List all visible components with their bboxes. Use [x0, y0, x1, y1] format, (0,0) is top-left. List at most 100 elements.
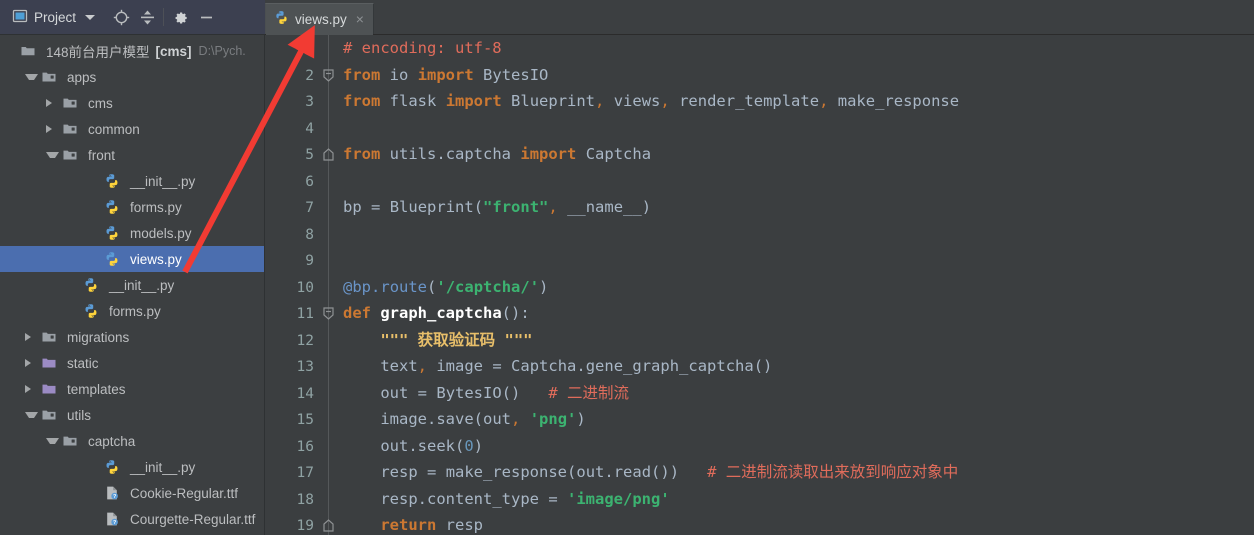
line-number: 6 [305, 173, 314, 190]
python-file-icon [104, 251, 125, 267]
chevron-right-icon[interactable] [25, 385, 38, 393]
chevron-right-icon[interactable] [46, 99, 59, 107]
tree-item-static[interactable]: static [0, 350, 264, 376]
project-window-icon [12, 8, 28, 27]
code-line: text, image = Captcha.gene_graph_captcha… [380, 357, 773, 375]
no-arrow-spacer [4, 45, 17, 58]
line-number: 13 [296, 359, 314, 375]
tree-item-label: views.py [130, 251, 182, 267]
fold-end-icon[interactable] [322, 519, 335, 532]
chevron-right-icon[interactable] [25, 359, 38, 367]
tree-item-views-py[interactable]: views.py [0, 246, 264, 272]
tree-item-forms-py[interactable]: forms.py [0, 194, 264, 220]
no-arrow-spacer [67, 305, 80, 318]
code-line: resp = make_response(out.read()) # 二进制流读… [380, 463, 959, 481]
fold-start-icon[interactable] [322, 68, 335, 82]
folder-source-icon [62, 433, 83, 449]
tree-item-label: __init__.py [109, 277, 175, 293]
tree-item-forms-py[interactable]: forms.py [0, 298, 264, 324]
tree-item-common[interactable]: common [0, 116, 264, 142]
tree-item-label: __init__.py [130, 459, 196, 475]
fold-end-icon[interactable] [322, 148, 335, 161]
python-file-icon [104, 199, 125, 215]
close-icon[interactable]: × [356, 12, 364, 26]
tree-item-label: apps [67, 69, 97, 85]
tree-item-label: 148前台用户模型 [46, 45, 150, 60]
tree-item-models-py[interactable]: models.py [0, 220, 264, 246]
tree-item-courgette-regular-ttf[interactable]: ? Courgette-Regular.ttf [0, 506, 264, 532]
folder-source-icon [41, 407, 62, 423]
tree-item-label: forms.py [109, 303, 161, 319]
no-arrow-spacer [88, 513, 101, 526]
code-content[interactable]: # encoding: utf-8 from io import BytesIO f… [343, 35, 1254, 535]
tree-item-captcha[interactable]: captcha [0, 428, 264, 454]
tree-item-label: cms [88, 95, 113, 111]
tree-item-templates[interactable]: templates [0, 376, 264, 402]
svg-text:?: ? [113, 494, 116, 500]
chevron-down-icon[interactable] [25, 412, 38, 418]
tree-item-apps[interactable]: apps [0, 64, 264, 90]
editor-tab-strip: views.py × [265, 0, 1254, 35]
line-number: 10 [296, 279, 314, 296]
hide-panel-icon[interactable] [194, 5, 218, 29]
code-line: """ 获取验证码 """ [380, 330, 533, 349]
line-number: 8 [305, 226, 314, 243]
chevron-down-icon[interactable] [46, 152, 59, 158]
collapse-all-icon[interactable] [135, 5, 159, 29]
code-line: from utils.captcha import Captcha [343, 145, 652, 163]
tree-item-utils[interactable]: utils [0, 402, 264, 428]
editor-gutter[interactable]: 1 2 3 4 5 6 7 8 9 10 11 12 13 14 15 16 17 18 19 [265, 35, 343, 535]
tab-label: views.py [295, 11, 347, 27]
chevron-right-icon[interactable] [25, 333, 38, 341]
tab-views-py[interactable]: views.py × [265, 3, 374, 35]
tree-item-module-suffix: [cms] [155, 43, 192, 59]
chevron-down-icon[interactable] [25, 74, 38, 80]
tree-item-init-py[interactable]: __init__.py [0, 168, 264, 194]
chevron-down-icon[interactable] [46, 438, 59, 444]
code-line: @bp.route('/captcha/') [343, 277, 549, 296]
fold-guide-line [328, 35, 329, 535]
tree-item-label: captcha [88, 433, 136, 449]
line-number: 2 [305, 67, 314, 84]
tree-item-init-py[interactable]: __init__.py [0, 454, 264, 480]
tree-item-cookie-regular-ttf[interactable]: ? Cookie-Regular.ttf [0, 480, 264, 506]
no-arrow-spacer [88, 227, 101, 240]
python-file-icon [104, 173, 125, 189]
unknown-file-icon: ? [104, 511, 125, 527]
fold-start-icon[interactable] [322, 307, 335, 320]
chevron-right-icon[interactable] [46, 125, 59, 133]
python-file-icon [83, 303, 104, 319]
code-editor[interactable]: 1 2 3 4 5 6 7 8 9 10 11 12 13 14 15 16 17 18 19 # encoding… [265, 35, 1254, 535]
tree-item-init-py[interactable]: __init__.py [0, 272, 264, 298]
tree-item-label: __init__.py [130, 173, 196, 189]
folder-source-icon [62, 95, 83, 111]
tree-item-cms[interactable]: cms [0, 90, 264, 116]
line-number: 9 [305, 253, 314, 269]
tree-item-label: models.py [130, 225, 192, 241]
line-number: 3 [305, 94, 314, 110]
chevron-down-icon[interactable] [85, 14, 96, 20]
tree-item-path: D:\Pych. [198, 44, 246, 58]
python-file-icon [104, 225, 125, 241]
project-tree[interactable]: 148前台用户模型 [cms] D:\Pych. apps cms common front… [0, 35, 265, 535]
code-line: # encoding: utf-8 [343, 39, 502, 57]
toolbar-divider [163, 8, 165, 26]
no-arrow-spacer [88, 201, 101, 214]
code-line: out = BytesIO() # 二进制流 [380, 383, 630, 402]
project-view-selector[interactable]: Project [8, 6, 99, 29]
no-arrow-spacer [67, 279, 80, 292]
folder-resource-icon [41, 381, 62, 397]
tree-item-front[interactable]: front [0, 142, 264, 168]
code-line: from flask import Blueprint, views, rend… [343, 92, 960, 110]
line-number: 5 [305, 147, 314, 163]
python-file-icon [274, 10, 289, 28]
folder-source-icon [41, 329, 62, 345]
tree-item-label: static [67, 355, 99, 371]
locate-target-icon[interactable] [109, 5, 133, 29]
line-number: 4 [305, 120, 314, 137]
line-number: 19 [296, 518, 314, 534]
tree-item-148[interactable]: 148前台用户模型 [cms] D:\Pych. [0, 38, 264, 64]
settings-gear-icon[interactable] [168, 5, 192, 29]
tree-item-migrations[interactable]: migrations [0, 324, 264, 350]
